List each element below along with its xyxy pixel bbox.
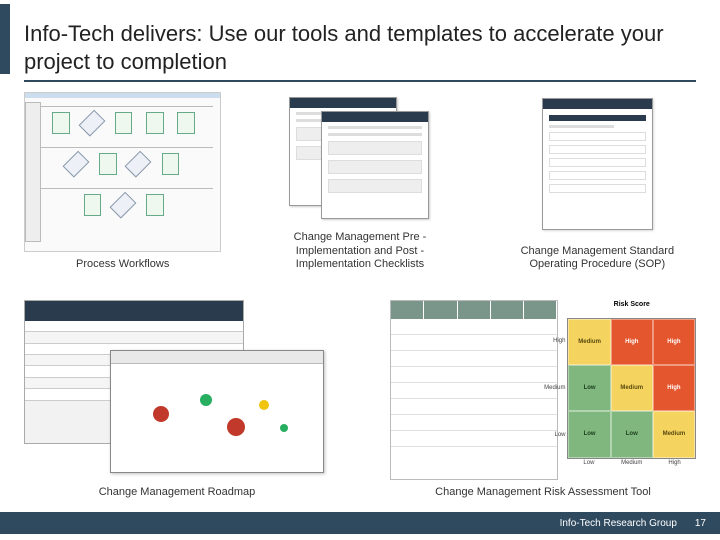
- caption-roadmap: Change Management Roadmap: [99, 486, 256, 500]
- caption-risk: Change Management Risk Assessment Tool: [435, 486, 651, 500]
- item-risk: Risk Score High Medium Low Medium High H…: [390, 300, 696, 500]
- title-block: Info-Tech delivers: Use our tools and te…: [0, 20, 720, 75]
- slide-title: Info-Tech delivers: Use our tools and te…: [24, 20, 696, 75]
- item-roadmap: Change Management Roadmap: [24, 300, 330, 500]
- risk-matrix: Medium High High Low Medium High Low Low…: [567, 318, 696, 459]
- thumbnail-risk: Risk Score High Medium Low Medium High H…: [390, 300, 696, 480]
- grid-row-2: Change Management Roadmap Risk Score Hig…: [24, 300, 696, 500]
- risk-y-labels: High Medium Low: [540, 318, 568, 459]
- title-underline: [24, 80, 696, 82]
- caption-checklists: Change Management Pre -Implementation an…: [261, 231, 458, 272]
- item-process-workflows: Process Workflows: [24, 92, 221, 272]
- risk-matrix-title: Risk Score: [567, 300, 696, 316]
- footer-org: Info-Tech Research Group: [560, 518, 677, 529]
- thumbnail-roadmap: [24, 300, 330, 480]
- footer-page-number: 17: [695, 518, 706, 529]
- caption-process-workflows: Process Workflows: [76, 258, 169, 272]
- grid-row-1: Process Workflows Change Management Pre …: [24, 92, 696, 272]
- footer: Info-Tech Research Group 17: [0, 512, 720, 534]
- risk-x-labels: Low Medium High: [567, 460, 696, 473]
- thumbnail-sop: [499, 92, 696, 239]
- thumbnail-process-workflows: [24, 92, 221, 252]
- slide: Info-Tech delivers: Use our tools and te…: [0, 0, 720, 540]
- thumbnail-checklists: [261, 92, 458, 225]
- caption-sop: Change Management Standard Operating Pro…: [499, 245, 696, 273]
- item-sop: Change Management Standard Operating Pro…: [499, 92, 696, 272]
- item-checklists: Change Management Pre -Implementation an…: [261, 92, 458, 272]
